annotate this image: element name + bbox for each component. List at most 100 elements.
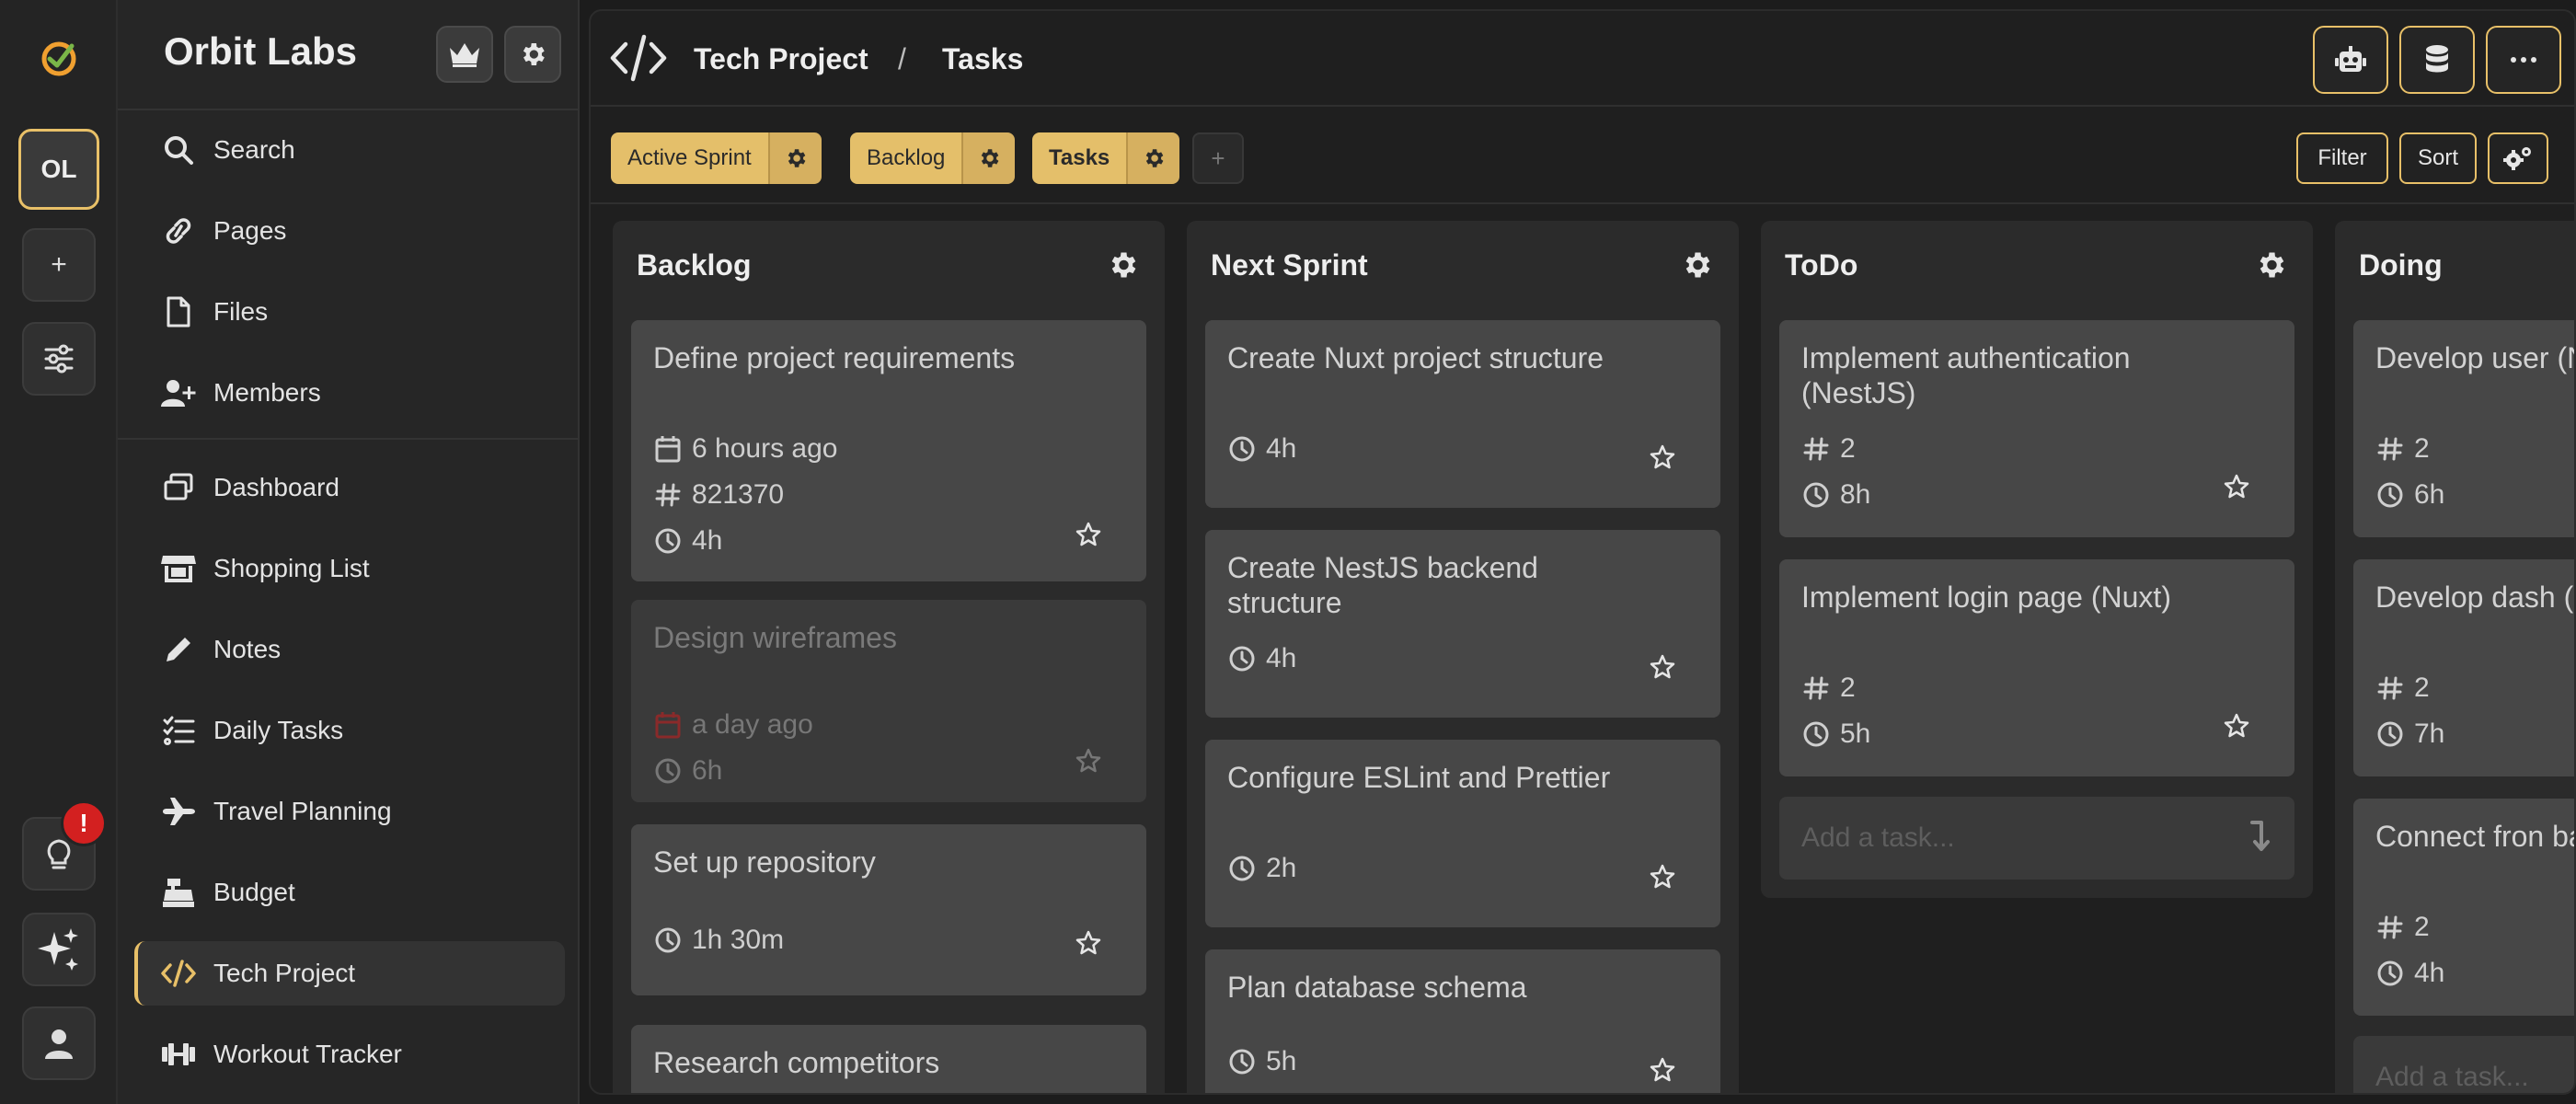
sidebar-item-daily-tasks[interactable]: Daily Tasks (134, 698, 565, 763)
task-card[interactable]: Create NestJS backend structure 4h (1205, 530, 1720, 718)
more-options-button[interactable] (2486, 26, 2561, 94)
task-points: 2 (2375, 432, 2430, 466)
task-estimate-text: 4h (1266, 433, 1297, 464)
hash-icon (1801, 673, 1831, 703)
tab-backlog[interactable]: Backlog (850, 132, 1016, 184)
workspace-name: Orbit Labs (164, 29, 358, 73)
hash-icon (653, 480, 683, 510)
add-task-field[interactable] (2353, 1036, 2574, 1093)
sidebar-item-label: Search (213, 135, 295, 164)
code-icon (609, 33, 668, 83)
upgrade-button[interactable] (436, 26, 493, 83)
gear-icon[interactable] (1126, 132, 1180, 184)
star-icon[interactable] (1075, 929, 1102, 957)
task-card[interactable]: Create Nuxt project structure 4h (1205, 320, 1720, 508)
task-title: Design wireframes (653, 621, 897, 654)
sidebar-item-label: Members (213, 378, 321, 407)
gear-icon[interactable] (1106, 248, 1139, 282)
task-estimate: 5h (1227, 1045, 1296, 1078)
cash-register-icon (160, 874, 197, 911)
robot-icon (2334, 45, 2367, 75)
view-tabs-bar: Active Sprint Backlog Tasks + Filter Sor… (591, 109, 2574, 204)
workspace-switcher-button[interactable]: OL (18, 129, 99, 210)
filter-button[interactable]: Filter (2296, 132, 2388, 184)
column-title: ToDo (1785, 248, 1858, 282)
ai-bot-button[interactable] (2313, 26, 2388, 94)
settings-sliders-button[interactable] (22, 322, 96, 396)
sidebar-item-files[interactable]: Files (134, 280, 565, 344)
view-settings-button[interactable] (2488, 132, 2548, 184)
sidebar-item-shopping-list[interactable]: Shopping List (134, 536, 565, 601)
sort-button[interactable]: Sort (2399, 132, 2477, 184)
task-card[interactable]: Design wireframes a day ago 6h (631, 600, 1146, 802)
star-icon[interactable] (1649, 653, 1676, 681)
workspace-settings-button[interactable] (504, 26, 561, 83)
sidebar-item-budget[interactable]: Budget (134, 860, 565, 925)
add-task-input[interactable] (1801, 819, 2206, 857)
clock-icon (1227, 644, 1257, 673)
windows-icon (160, 469, 197, 506)
add-workspace-button[interactable]: + (22, 228, 96, 302)
sidebar-item-label: Files (213, 297, 269, 326)
task-card[interactable]: Research competitors (631, 1025, 1146, 1093)
user-icon (41, 1026, 76, 1061)
star-icon[interactable] (1649, 863, 1676, 891)
star-icon[interactable] (1075, 747, 1102, 775)
clock-icon (2375, 480, 2405, 510)
task-card[interactable]: Implement authentication (NestJS) 2 8h (1779, 320, 2294, 537)
add-view-button[interactable]: + (1192, 132, 1244, 184)
ai-assistant-button[interactable] (22, 913, 96, 986)
page-title[interactable]: Tasks (942, 42, 1023, 76)
breadcrumb-project[interactable]: Tech Project (694, 42, 868, 76)
star-icon[interactable] (1649, 1056, 1676, 1084)
add-task-field[interactable] (1779, 797, 2294, 880)
task-card[interactable]: Implement login page (Nuxt) 2 5h (1779, 559, 2294, 776)
ellipsis-icon (2510, 56, 2537, 63)
sidebar-item-notes[interactable]: Notes (134, 617, 565, 682)
task-date-text: a day ago (692, 709, 813, 740)
clock-icon (2375, 719, 2405, 749)
task-card[interactable]: Set up repository 1h 30m (631, 824, 1146, 995)
task-card[interactable]: Connect fron backend (aut 2 4h (2353, 799, 2574, 1016)
task-estimate: 6h (2375, 478, 2444, 512)
database-button[interactable] (2399, 26, 2475, 94)
task-card[interactable]: Develop dash (Nuxt) 2 7h (2353, 559, 2574, 776)
enter-icon[interactable] (2247, 819, 2274, 856)
tab-label: Active Sprint (611, 132, 768, 184)
gear-icon (518, 40, 547, 69)
task-title: Implement authentication (NestJS) (1801, 341, 2131, 409)
task-card[interactable]: Develop user (NestJS) 2 6h (2353, 320, 2574, 537)
sidebar-item-members[interactable]: Members (134, 361, 565, 425)
task-card[interactable]: Configure ESLint and Prettier 2h (1205, 740, 1720, 927)
task-estimate-text: 7h (2414, 719, 2445, 749)
gear-icon[interactable] (2254, 248, 2287, 282)
column-title: Backlog (637, 248, 752, 282)
task-estimate: 5h (1801, 718, 1870, 751)
sidebar-item-search[interactable]: Search (134, 118, 565, 182)
star-icon[interactable] (1649, 443, 1676, 471)
sidebar-item-workout-tracker[interactable]: Workout Tracker (134, 1022, 565, 1087)
dumbbell-icon (160, 1036, 197, 1073)
star-icon[interactable] (2223, 712, 2250, 740)
clock-icon (653, 756, 683, 786)
add-task-input[interactable] (2375, 1058, 2574, 1093)
gear-icon[interactable] (1680, 248, 1713, 282)
clock-icon (1227, 854, 1257, 883)
gear-icon[interactable] (961, 132, 1016, 184)
tab-tasks[interactable]: Tasks (1032, 132, 1180, 184)
task-estimate: 8h (1801, 478, 1870, 512)
sidebar-item-tech-project[interactable]: Tech Project (134, 941, 565, 1006)
tab-active-sprint[interactable]: Active Sprint (611, 132, 822, 184)
clock-icon (1227, 1047, 1257, 1076)
board-column-doing: Doing Develop user (NestJS) 2 6h Develop… (2335, 221, 2574, 1093)
profile-button[interactable] (22, 1006, 96, 1080)
star-icon[interactable] (1075, 521, 1102, 548)
sidebar-item-pages[interactable]: Pages (134, 199, 565, 263)
sidebar-item-travel-planning[interactable]: Travel Planning (134, 779, 565, 844)
star-icon[interactable] (2223, 473, 2250, 500)
task-card[interactable]: Plan database schema 5h (1205, 949, 1720, 1093)
task-card[interactable]: Define project requirements 6 hours ago … (631, 320, 1146, 581)
sidebar-item-dashboard[interactable]: Dashboard (134, 455, 565, 520)
gear-icon[interactable] (767, 132, 822, 184)
app-logo-icon[interactable] (37, 35, 81, 79)
